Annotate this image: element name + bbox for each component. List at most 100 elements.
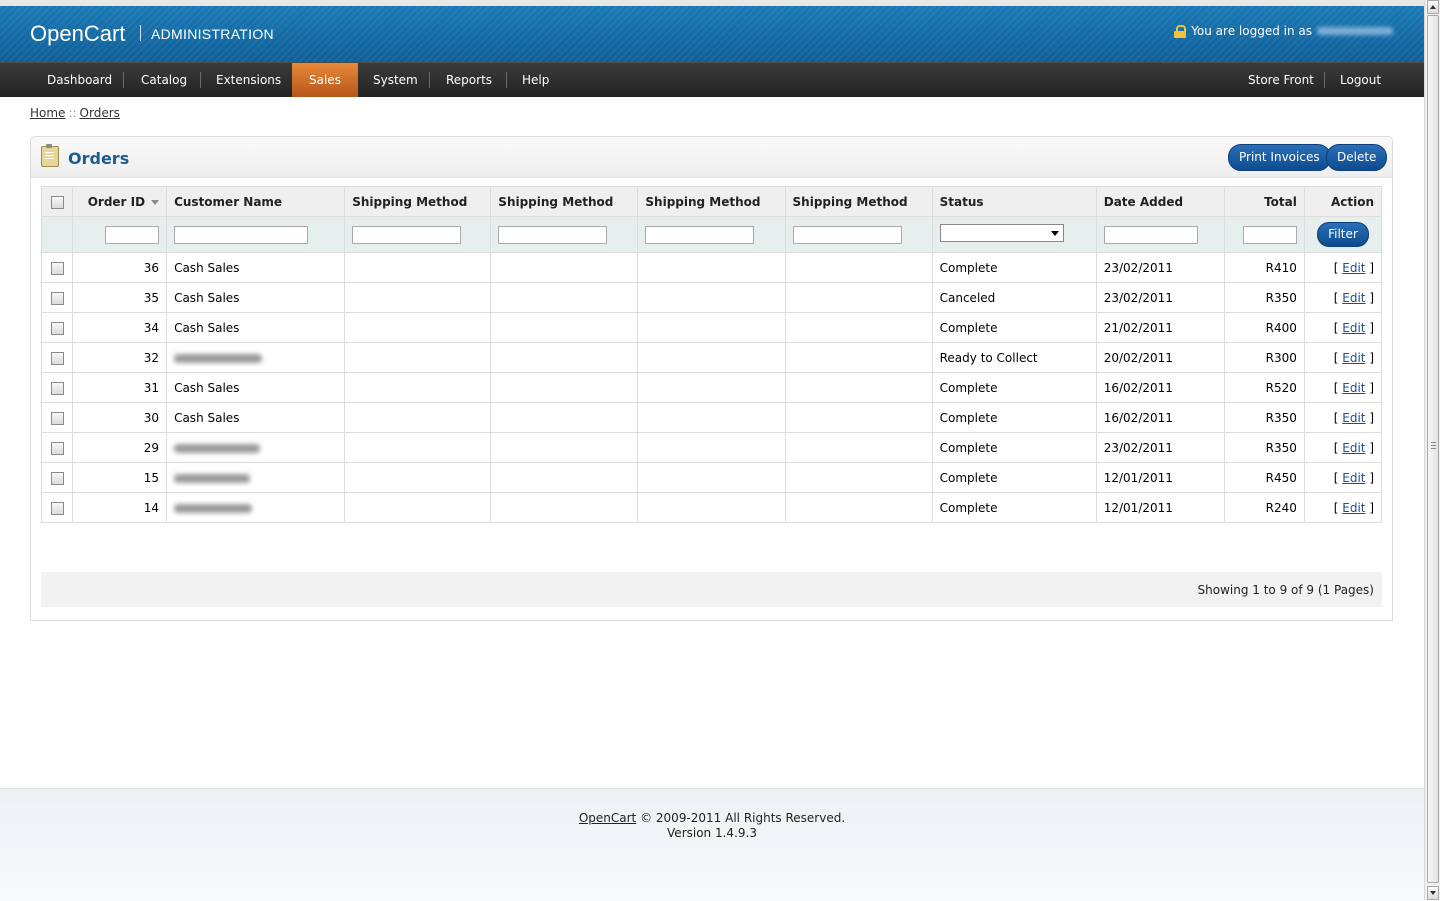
row-checkbox[interactable] bbox=[50, 261, 64, 275]
col-total[interactable]: Total bbox=[1223, 186, 1305, 217]
col-shipping-method-2[interactable]: Shipping Method bbox=[490, 186, 639, 217]
table-row: 34 Cash Sales Complete 21/02/2011 R400 [… bbox=[40, 312, 1383, 343]
arrow-down-icon bbox=[1430, 891, 1436, 895]
edit-link[interactable]: Edit bbox=[1342, 501, 1365, 515]
filter-order-id-input[interactable] bbox=[105, 225, 160, 244]
lock-icon bbox=[1174, 24, 1187, 38]
customer-name bbox=[166, 432, 346, 463]
admin-title: ADMINISTRATION bbox=[151, 26, 274, 42]
customer-name bbox=[166, 462, 346, 493]
order-total: R450 bbox=[1223, 462, 1305, 493]
filter-shipping-1-input[interactable] bbox=[352, 225, 462, 244]
order-id: 14 bbox=[72, 492, 168, 523]
customer-name: Cash Sales bbox=[166, 372, 346, 403]
date-added: 12/01/2011 bbox=[1095, 462, 1225, 493]
date-added: 20/02/2011 bbox=[1095, 342, 1225, 373]
filter-customer-input[interactable] bbox=[174, 225, 309, 244]
nav-catalog[interactable]: Catalog bbox=[124, 63, 204, 97]
col-order-id[interactable]: Order ID bbox=[72, 186, 168, 217]
col-shipping-method-1[interactable]: Shipping Method bbox=[344, 186, 492, 217]
footer: OpenCart © 2009-2011 All Rights Reserved… bbox=[0, 788, 1424, 901]
select-all-checkbox[interactable] bbox=[50, 195, 64, 209]
grip-icon bbox=[1431, 442, 1436, 450]
orders-panel: Orders Print Invoices Delete Order ID Cu… bbox=[30, 136, 1393, 621]
row-checkbox[interactable] bbox=[50, 321, 64, 335]
row-checkbox[interactable] bbox=[50, 471, 64, 485]
scroll-down-button[interactable] bbox=[1427, 886, 1439, 900]
scroll-thumb[interactable] bbox=[1427, 15, 1439, 883]
col-customer[interactable]: Customer Name bbox=[166, 186, 346, 217]
edit-link[interactable]: Edit bbox=[1342, 321, 1365, 335]
row-checkbox[interactable] bbox=[50, 411, 64, 425]
order-status: Ready to Collect bbox=[931, 342, 1097, 373]
filter-shipping-4-input[interactable] bbox=[792, 225, 902, 244]
table-row: 36 Cash Sales Complete 23/02/2011 R410 [… bbox=[40, 252, 1383, 283]
row-action: [ Edit ] bbox=[1303, 492, 1383, 523]
delete-button[interactable]: Delete bbox=[1326, 144, 1388, 171]
footer-opencart-link[interactable]: OpenCart bbox=[579, 811, 636, 825]
filter-shipping-3-input[interactable] bbox=[645, 225, 755, 244]
edit-link[interactable]: Edit bbox=[1342, 411, 1365, 425]
pagination-results: Showing 1 to 9 of 9 (1 Pages) bbox=[1197, 583, 1374, 597]
breadcrumb: Home:: Orders bbox=[30, 106, 120, 120]
order-id: 36 bbox=[72, 252, 168, 283]
nav-dashboard[interactable]: Dashboard bbox=[30, 63, 129, 97]
filter-total-input[interactable] bbox=[1242, 225, 1297, 244]
order-status: Complete bbox=[931, 492, 1097, 523]
edit-link[interactable]: Edit bbox=[1342, 471, 1365, 485]
nav-extensions[interactable]: Extensions bbox=[199, 63, 298, 97]
nav-logout[interactable]: Logout bbox=[1323, 63, 1398, 97]
logged-in-info: You are logged in as bbox=[1174, 24, 1393, 38]
col-date-added[interactable]: Date Added bbox=[1095, 186, 1225, 217]
edit-link[interactable]: Edit bbox=[1342, 261, 1365, 275]
customer-name: Cash Sales bbox=[166, 402, 346, 433]
edit-link[interactable]: Edit bbox=[1342, 291, 1365, 305]
filter-shipping-2-input[interactable] bbox=[498, 225, 608, 244]
nav-system[interactable]: System bbox=[356, 63, 435, 97]
col-shipping-method-4[interactable]: Shipping Method bbox=[784, 186, 933, 217]
row-checkbox[interactable] bbox=[50, 441, 64, 455]
order-id: 29 bbox=[72, 432, 168, 463]
row-action: [ Edit ] bbox=[1303, 342, 1383, 373]
order-status: Canceled bbox=[931, 282, 1097, 313]
order-total: R240 bbox=[1223, 492, 1305, 523]
row-checkbox[interactable] bbox=[50, 351, 64, 365]
row-checkbox[interactable] bbox=[50, 501, 64, 515]
table-row: 29 Complete 23/02/2011 R350 [ Edit ] bbox=[40, 432, 1383, 463]
date-added: 21/02/2011 bbox=[1095, 312, 1225, 343]
nav-sales[interactable]: Sales bbox=[292, 63, 358, 97]
order-id: 34 bbox=[72, 312, 168, 343]
customer-name: Cash Sales bbox=[166, 252, 346, 283]
row-checkbox[interactable] bbox=[50, 291, 64, 305]
row-checkbox[interactable] bbox=[50, 381, 64, 395]
col-status[interactable]: Status bbox=[931, 186, 1097, 217]
edit-link[interactable]: Edit bbox=[1342, 351, 1365, 365]
row-action: [ Edit ] bbox=[1303, 252, 1383, 283]
nav-help[interactable]: Help bbox=[505, 63, 566, 97]
vertical-scrollbar[interactable] bbox=[1424, 0, 1440, 900]
filter-date-input[interactable] bbox=[1103, 225, 1198, 244]
date-added: 12/01/2011 bbox=[1095, 492, 1225, 523]
date-added: 16/02/2011 bbox=[1095, 372, 1225, 403]
customer-name: Cash Sales bbox=[166, 282, 346, 313]
order-status: Complete bbox=[931, 402, 1097, 433]
main-nav: Dashboard Catalog Extensions Sales Syste… bbox=[0, 62, 1424, 97]
redacted-customer-name bbox=[174, 503, 253, 513]
edit-link[interactable]: Edit bbox=[1342, 441, 1365, 455]
order-total: R410 bbox=[1223, 252, 1305, 283]
header: OpenCart ADMINISTRATION You are logged i… bbox=[0, 6, 1424, 62]
breadcrumb-orders[interactable]: Orders bbox=[80, 106, 120, 120]
nav-store-front[interactable]: Store Front bbox=[1231, 63, 1331, 97]
edit-link[interactable]: Edit bbox=[1342, 381, 1365, 395]
col-shipping-method-3[interactable]: Shipping Method bbox=[637, 186, 786, 217]
col-action: Action bbox=[1303, 186, 1383, 217]
breadcrumb-home[interactable]: Home bbox=[30, 106, 65, 120]
logo-divider bbox=[140, 25, 141, 41]
footer-copyright-text: © 2009-2011 All Rights Reserved. bbox=[640, 811, 846, 825]
filter-button[interactable]: Filter bbox=[1317, 222, 1369, 247]
nav-reports[interactable]: Reports bbox=[429, 63, 509, 97]
scroll-up-button[interactable] bbox=[1427, 0, 1439, 14]
order-total: R300 bbox=[1223, 342, 1305, 373]
filter-status-select[interactable] bbox=[939, 224, 1064, 242]
print-invoices-button[interactable]: Print Invoices bbox=[1228, 144, 1331, 171]
